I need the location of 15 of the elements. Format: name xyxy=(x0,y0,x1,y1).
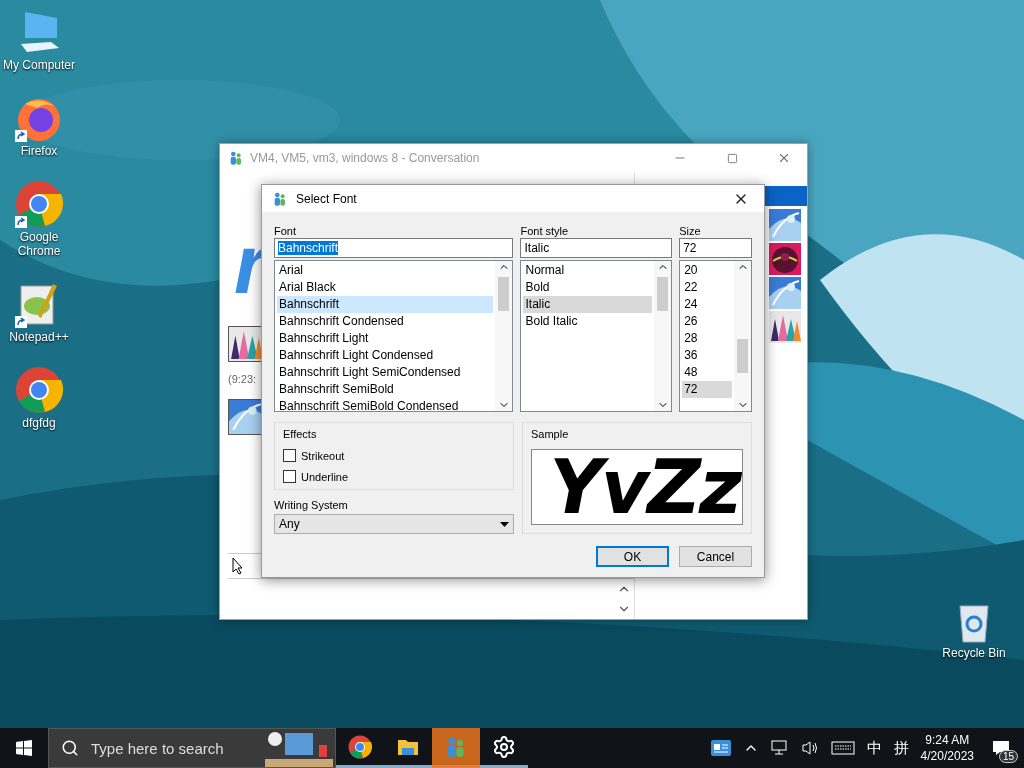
input-mode-indicator[interactable]: 拼 xyxy=(893,738,909,758)
search-icon xyxy=(61,739,79,757)
speaker-icon[interactable] xyxy=(800,740,819,756)
chrome-icon xyxy=(348,734,372,759)
news-icon[interactable] xyxy=(710,740,731,756)
network-icon[interactable] xyxy=(770,740,789,756)
keyboard-icon[interactable] xyxy=(830,741,855,755)
search-field[interactable]: Type here to search xyxy=(48,728,336,768)
settings-icon xyxy=(492,734,516,759)
clock[interactable]: 9:24 AM 4/20/2023 xyxy=(920,732,974,764)
windows-logo-icon xyxy=(16,740,32,756)
notification-count: 15 xyxy=(998,750,1018,763)
input-method-indicator[interactable]: 中 xyxy=(866,738,882,758)
desk-drawing xyxy=(263,729,335,767)
notification-button[interactable]: 15 xyxy=(986,733,1016,763)
